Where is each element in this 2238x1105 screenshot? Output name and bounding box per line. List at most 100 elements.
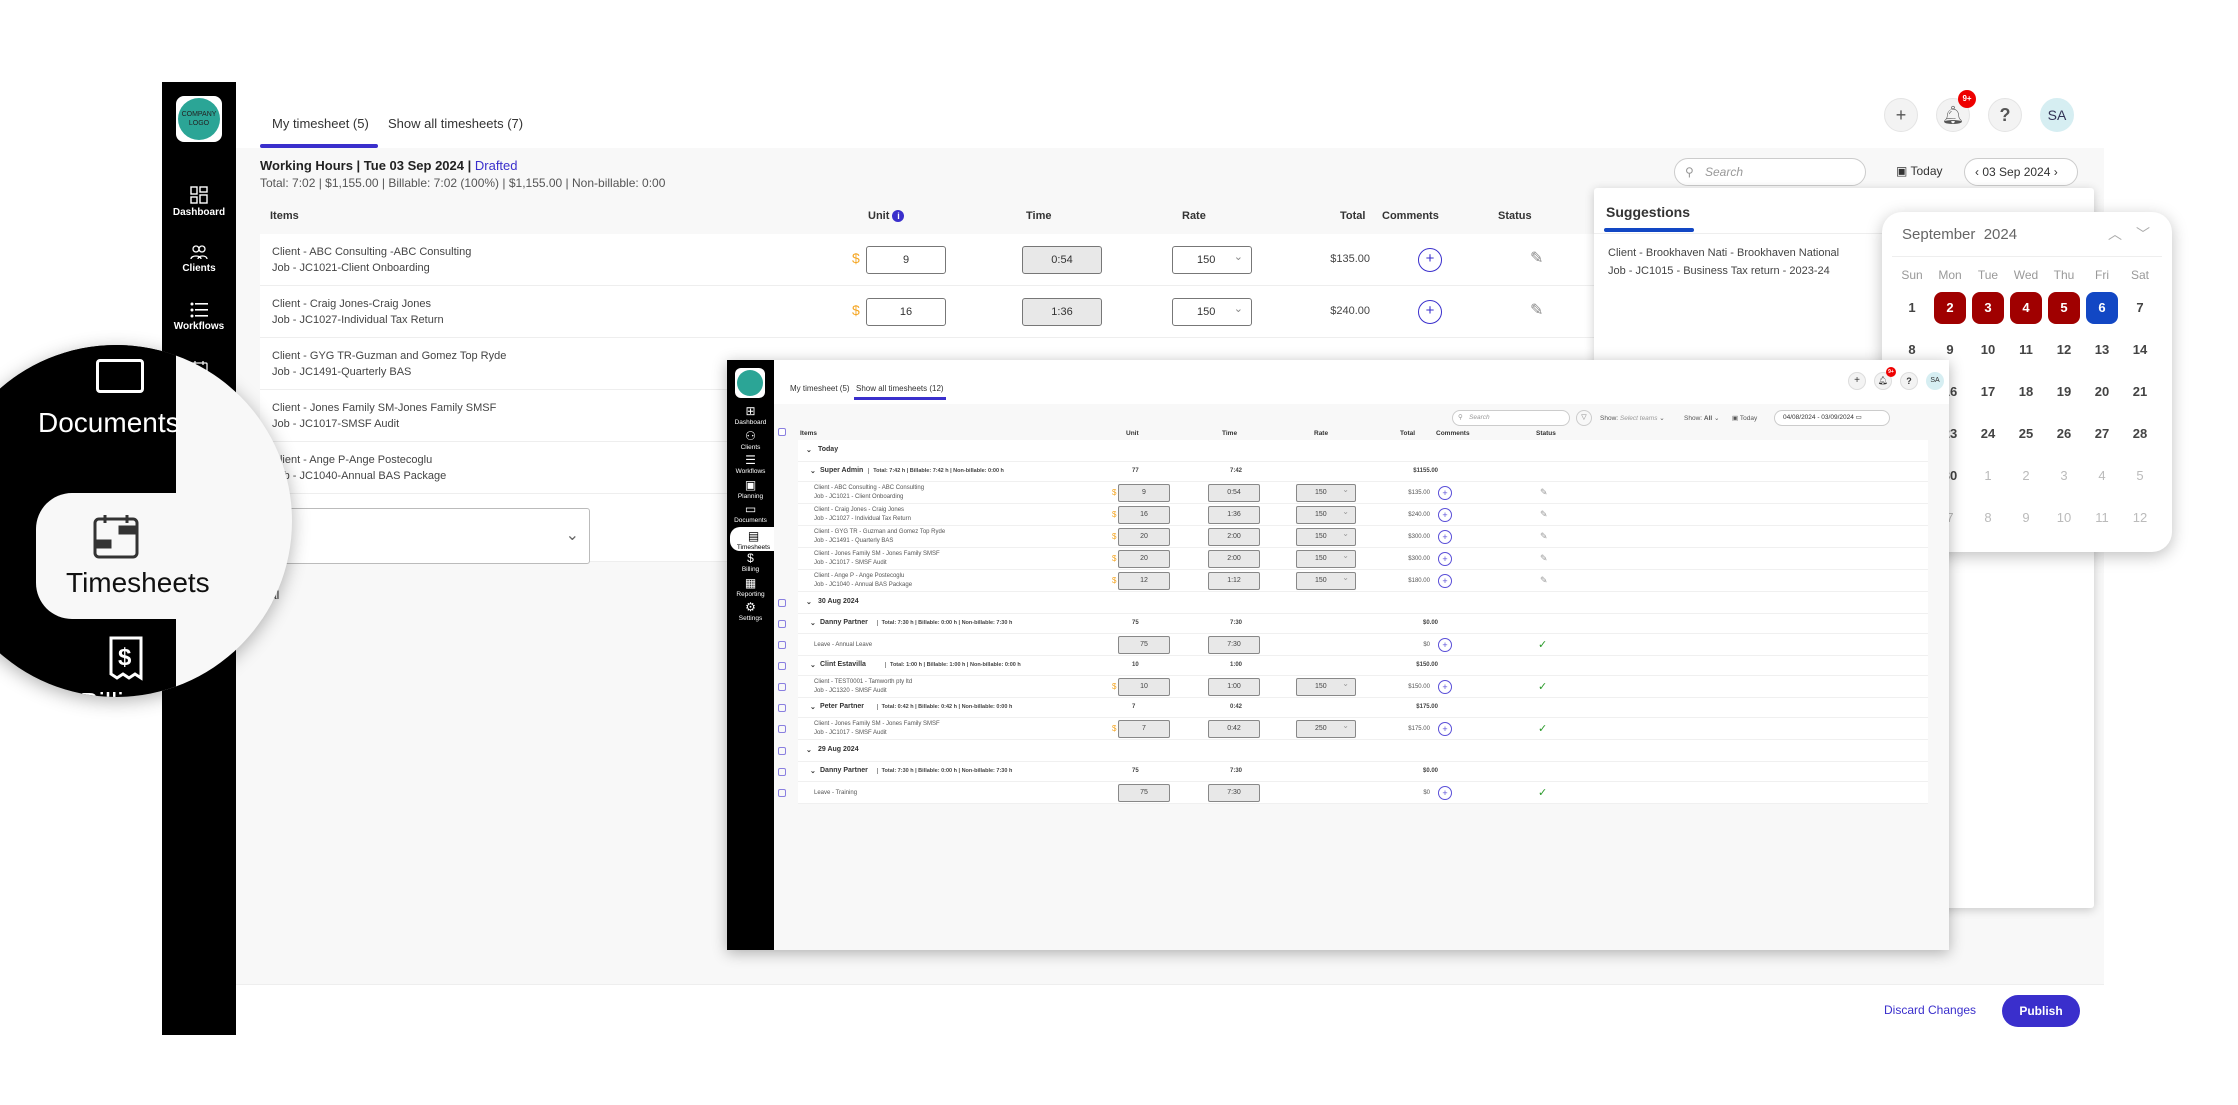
calendar-day[interactable]: 2	[2010, 460, 2042, 492]
inner-sidebar-item-dashboard[interactable]: ⊞ Dashboard	[727, 404, 774, 426]
calendar-day[interactable]: 13	[2086, 334, 2118, 366]
row-checkbox[interactable]	[778, 789, 786, 797]
calendar-day[interactable]: 5	[2048, 292, 2080, 324]
tab-show-all-timesheets[interactable]: Show all timesheets (7)	[388, 116, 523, 131]
calendar-day[interactable]: 3	[2048, 460, 2080, 492]
add-comment-button[interactable]: +	[1438, 530, 1452, 544]
chevron-down-icon[interactable]: ⌄	[810, 767, 816, 775]
edit-icon[interactable]: ✎	[1540, 531, 1548, 542]
chevron-down-icon[interactable]: ⌄	[806, 446, 812, 454]
edit-icon[interactable]: ✎	[1530, 300, 1543, 320]
unit-input[interactable]: 75	[1118, 784, 1170, 802]
unit-input[interactable]: 9	[1118, 484, 1170, 502]
edit-icon[interactable]: ✎	[1540, 509, 1548, 520]
calendar-day[interactable]: 27	[2086, 418, 2118, 450]
chevron-down-icon[interactable]: ⌄	[810, 703, 816, 711]
calendar-day[interactable]: 7	[2124, 292, 2156, 324]
date-range-input[interactable]: 04/08/2024 - 03/09/2024 ▭	[1774, 410, 1890, 426]
calendar-day[interactable]: 21	[2124, 376, 2156, 408]
next-month-icon[interactable]: ﹀	[2136, 224, 2150, 244]
rate-select[interactable]: 150	[1296, 570, 1356, 590]
add-comment-button[interactable]: +	[1438, 722, 1452, 736]
row-checkbox[interactable]	[778, 641, 786, 649]
inner-help-button[interactable]: ?	[1900, 372, 1918, 390]
sidebar-item-dashboard[interactable]: Dashboard	[162, 186, 236, 218]
row-checkbox[interactable]	[778, 768, 786, 776]
row-checkbox[interactable]	[778, 683, 786, 691]
add-comment-button[interactable]: +	[1438, 680, 1452, 694]
inner-sidebar-item-documents[interactable]: ▭ Documents	[727, 502, 774, 524]
calendar-day[interactable]: 25	[2010, 418, 2042, 450]
row-checkbox[interactable]	[778, 662, 786, 670]
calendar-day[interactable]: 18	[2010, 376, 2042, 408]
calendar-day[interactable]: 24	[1972, 418, 2004, 450]
rate-select[interactable]: 150	[1172, 244, 1252, 274]
sidebar-item-workflows[interactable]: Workflows	[162, 302, 236, 332]
calendar-day[interactable]: 20	[2086, 376, 2118, 408]
avatar[interactable]: SA	[2040, 98, 2074, 132]
mag-item-timesheets[interactable]: Timesheets	[36, 493, 272, 619]
unit-input[interactable]: 10	[1118, 678, 1170, 696]
add-button[interactable]: +	[1884, 98, 1918, 132]
row-checkbox[interactable]	[778, 704, 786, 712]
rate-select[interactable]: 150	[1296, 548, 1356, 568]
discard-changes-button[interactable]: Discard Changes	[1884, 1003, 1976, 1017]
unit-input[interactable]: 9	[866, 246, 946, 274]
calendar-day[interactable]: 3	[1972, 292, 2004, 324]
calendar-day[interactable]: 5	[2124, 460, 2156, 492]
rate-select[interactable]: 150	[1296, 504, 1356, 524]
calendar-day[interactable]: 4	[2086, 460, 2118, 492]
calendar-day[interactable]: 11	[2086, 502, 2118, 534]
rate-select[interactable]: 150	[1296, 676, 1356, 696]
calendar-day[interactable]: 6	[2086, 292, 2118, 324]
unit-input[interactable]: 12	[1118, 572, 1170, 590]
edit-icon[interactable]: ✎	[1530, 248, 1543, 268]
edit-icon[interactable]: ✎	[1540, 553, 1548, 564]
inner-add-button[interactable]: +	[1848, 372, 1866, 390]
unit-input[interactable]: 75	[1118, 636, 1170, 654]
rate-select[interactable]: 150	[1172, 296, 1252, 326]
row-checkbox[interactable]	[778, 725, 786, 733]
next-date-icon[interactable]: ›	[2050, 165, 2058, 179]
add-comment-button[interactable]: +	[1418, 300, 1442, 324]
select-all-checkbox[interactable]	[778, 428, 786, 436]
add-comment-button[interactable]: +	[1438, 508, 1452, 522]
calendar-day[interactable]: 9	[2010, 502, 2042, 534]
calendar-day[interactable]: 10	[1972, 334, 2004, 366]
calendar-day[interactable]: 1	[1972, 460, 2004, 492]
prev-month-icon[interactable]: ︿	[2108, 224, 2122, 244]
info-icon[interactable]: i	[892, 210, 905, 222]
inner-sidebar-item-planning[interactable]: ▣ Planning	[727, 478, 774, 500]
chevron-down-icon[interactable]: ⌄	[806, 598, 812, 606]
chevron-down-icon[interactable]: ⌄	[810, 661, 816, 669]
sidebar-item-clients[interactable]: Clients	[162, 244, 236, 274]
calendar-day[interactable]: 14	[2124, 334, 2156, 366]
calendar-day[interactable]: 19	[2048, 376, 2080, 408]
add-comment-button[interactable]: +	[1438, 486, 1452, 500]
inner-sidebar-item-clients[interactable]: ⚇ Clients	[727, 429, 774, 451]
unit-input[interactable]: 20	[1118, 528, 1170, 546]
edit-icon[interactable]: ✎	[1540, 487, 1548, 498]
tab-my-timesheet[interactable]: My timesheet (5)	[272, 116, 369, 131]
calendar-day[interactable]: 1	[1896, 292, 1928, 324]
publish-button[interactable]: Publish	[2002, 995, 2080, 1027]
today-button[interactable]: ▣ Today	[1896, 164, 1943, 178]
company-logo[interactable]: COMPANY LOGO	[176, 96, 222, 142]
show-all-filter[interactable]: Show: All ⌄	[1684, 414, 1719, 422]
add-comment-button[interactable]: +	[1438, 786, 1452, 800]
help-button[interactable]: ?	[1988, 98, 2022, 132]
mag-item-documents[interactable]: Documents	[38, 407, 180, 439]
calendar-day[interactable]: 4	[2010, 292, 2042, 324]
calendar-day[interactable]: 8	[1972, 502, 2004, 534]
calendar-day[interactable]: 11	[2010, 334, 2042, 366]
inner-tab-my-timesheet[interactable]: My timesheet (5)	[790, 384, 850, 393]
rate-select[interactable]: 250	[1296, 718, 1356, 738]
inner-search-input[interactable]: ⚲ Search	[1452, 410, 1570, 426]
add-comment-button[interactable]: +	[1438, 552, 1452, 566]
calendar-day[interactable]: 2	[1934, 292, 1966, 324]
unit-input[interactable]: 7	[1118, 720, 1170, 738]
calendar-day[interactable]: 10	[2048, 502, 2080, 534]
add-comment-button[interactable]: +	[1438, 638, 1452, 652]
inner-sidebar-item-billing[interactable]: $ Billing	[727, 551, 774, 573]
rate-select[interactable]: 150	[1296, 526, 1356, 546]
